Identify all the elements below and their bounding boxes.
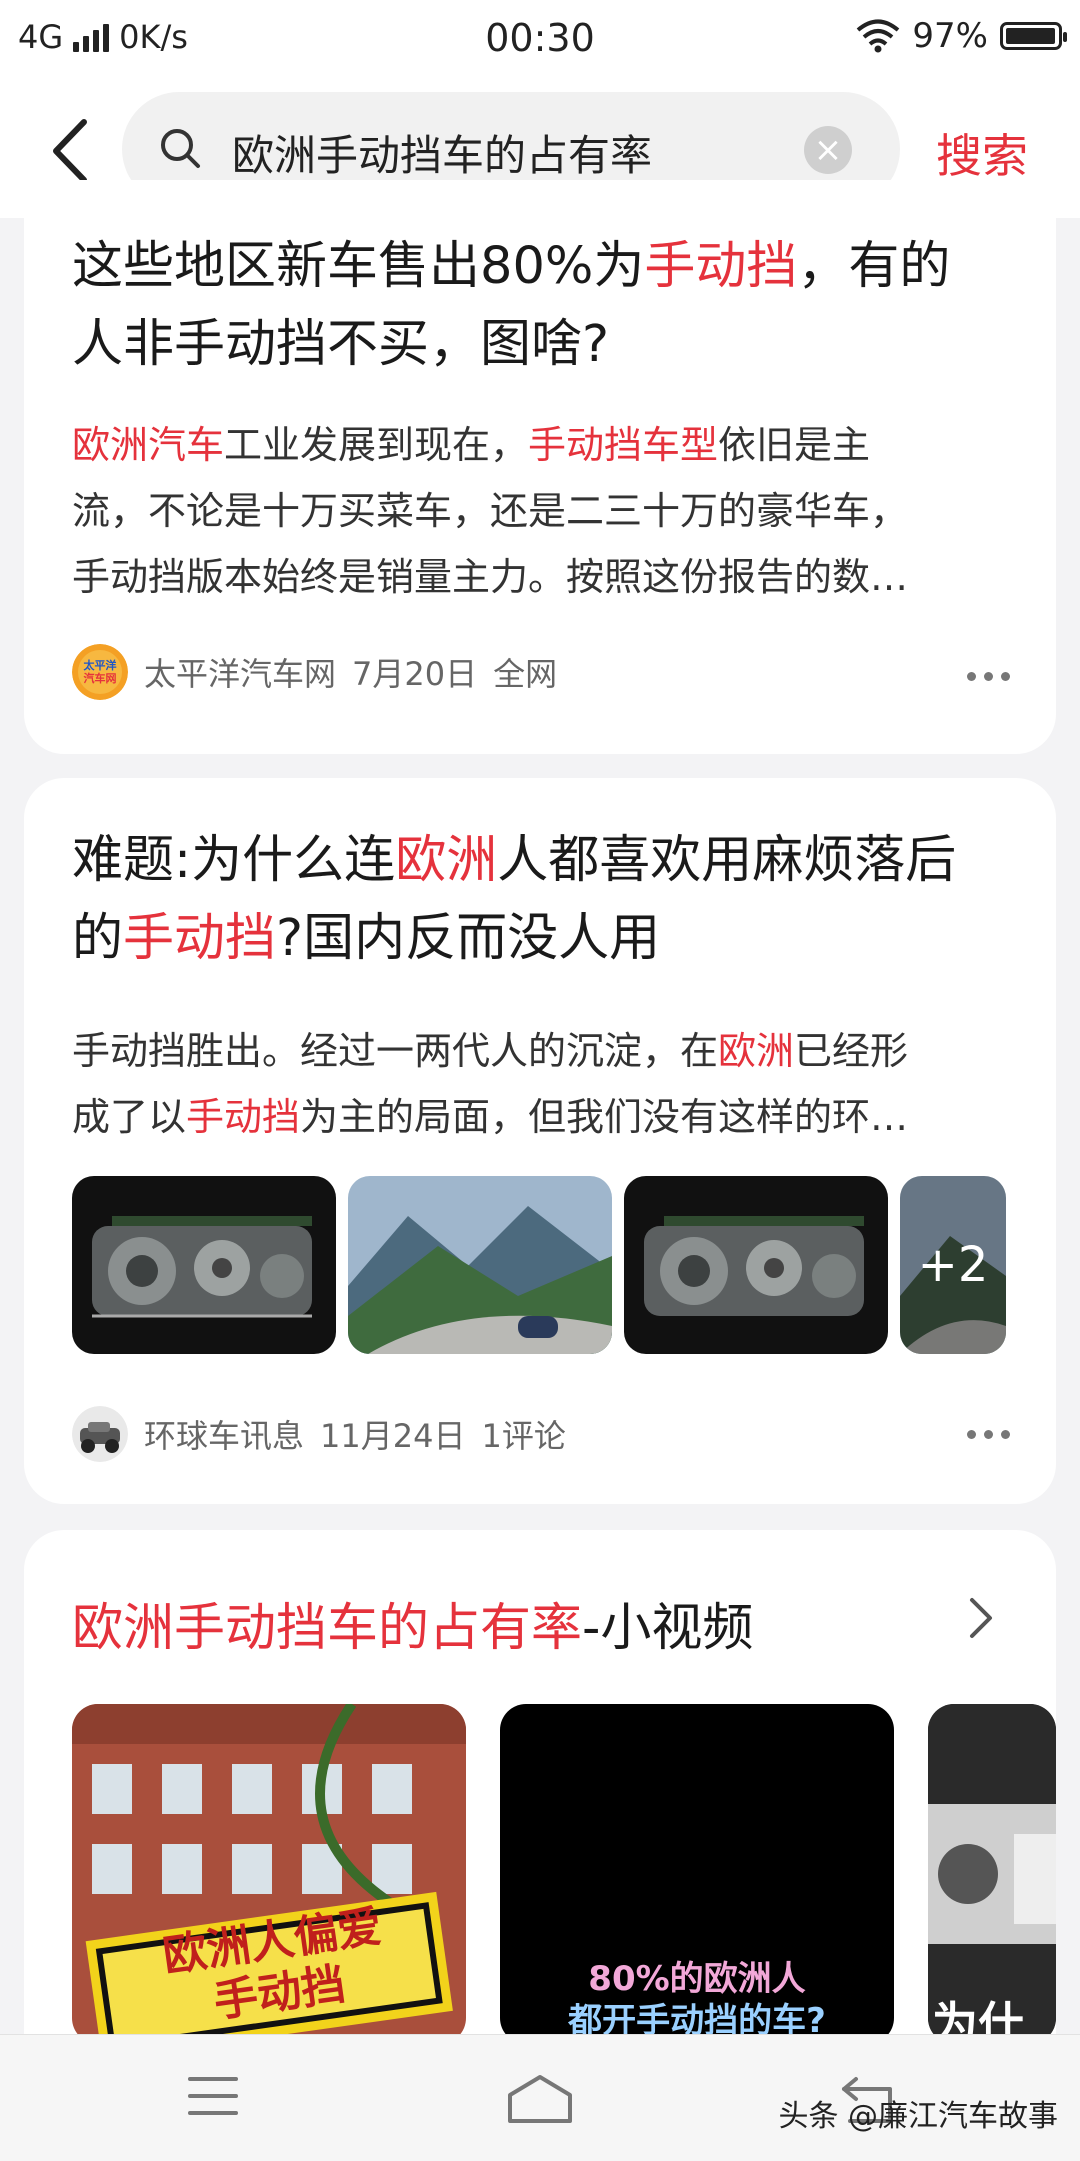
menu-icon[interactable] [186, 2073, 240, 2119]
chevron-right-icon[interactable] [966, 1596, 996, 1640]
result-card[interactable]: 难题:为什么连欧洲人都喜欢用麻烦落后 的手动挡?国内反而没人用 手动挡胜出。经过… [24, 778, 1056, 1504]
publish-date: 11月24日 [320, 1417, 466, 1455]
image-strip: +2 [72, 1176, 1032, 1354]
video-thumbnail[interactable]: 欧洲人偏爱 手动挡 [72, 1704, 466, 2044]
result-title[interactable]: 难题:为什么连欧洲人都喜欢用麻烦落后 的手动挡?国内反而没人用 [72, 822, 956, 978]
result-meta: 太平洋 汽车网 太平洋汽车网 7月20日 全网 [72, 644, 557, 700]
back-arrow-icon[interactable] [40, 116, 100, 186]
status-bar: 4G 0K/s 00:30 97% [0, 0, 1080, 80]
search-button[interactable]: 搜索 [936, 120, 1028, 186]
svg-text:太平洋: 太平洋 [83, 658, 117, 672]
source-name[interactable]: 太平洋汽车网 [144, 649, 336, 695]
more-options-icon[interactable] [967, 1430, 1010, 1439]
wifi-icon [857, 19, 900, 53]
result-card[interactable]: 这些地区新车售出80%为手动挡，有的 人非手动挡不买，图啥? 欧洲汽车工业发展到… [24, 180, 1056, 754]
result-snippet: 手动挡胜出。经过一两代人的沉淀，在欧洲已经形 成了以手动挡为主的局面，但我们没有… [72, 1029, 909, 1139]
more-images-count: +2 [900, 1176, 1006, 1354]
comment-count[interactable]: 1评论 [481, 1411, 565, 1457]
result-extra: 全网 [493, 655, 558, 693]
search-icon [161, 129, 200, 168]
publish-date: 7月20日 [352, 655, 478, 693]
status-right: 97% [856, 16, 1067, 56]
more-images[interactable]: +2 [900, 1176, 1006, 1354]
battery-percent: 97% [912, 16, 988, 56]
source-avatar[interactable]: 太平洋 汽车网 [72, 644, 128, 700]
gearbox-image[interactable] [624, 1176, 888, 1354]
system-nav-bar: 头条 @廉江汽车故事 [0, 2034, 1080, 2161]
video-caption: 80%的欧洲人 都开手动挡的车? [568, 1959, 826, 2041]
more-options-icon[interactable] [967, 672, 1010, 681]
gearbox-image[interactable] [72, 1176, 336, 1354]
result-meta: 环球车讯息 11月24日 1评论 [72, 1406, 566, 1462]
video-section-title[interactable]: 欧洲手动挡车的占有率-小视频 [72, 1586, 753, 1660]
home-icon[interactable] [504, 2073, 576, 2125]
source-avatar[interactable] [72, 1406, 128, 1462]
video-thumbnail[interactable]: 80%的欧洲人 都开手动挡的车? [500, 1704, 894, 2044]
svg-text:汽车网: 汽车网 [84, 671, 117, 685]
mountain-road-image[interactable] [348, 1176, 612, 1354]
watermark: 头条 @廉江汽车故事 [778, 2099, 1058, 2134]
source-name[interactable]: 环球车讯息 [144, 1411, 304, 1457]
clear-icon[interactable]: × [804, 126, 852, 174]
video-thumbnail[interactable]: 为什 [928, 1704, 1056, 2044]
search-query[interactable]: 欧洲手动挡车的占有率 [232, 122, 652, 183]
result-title[interactable]: 这些地区新车售出80%为手动挡，有的 人非手动挡不买，图啥? [72, 228, 950, 384]
battery-icon [1000, 22, 1067, 50]
result-snippet: 欧洲汽车工业发展到现在，手动挡车型依旧是主 流，不论是十万买菜车，还是二三十万的… [72, 423, 909, 599]
battery-level [1006, 28, 1055, 44]
